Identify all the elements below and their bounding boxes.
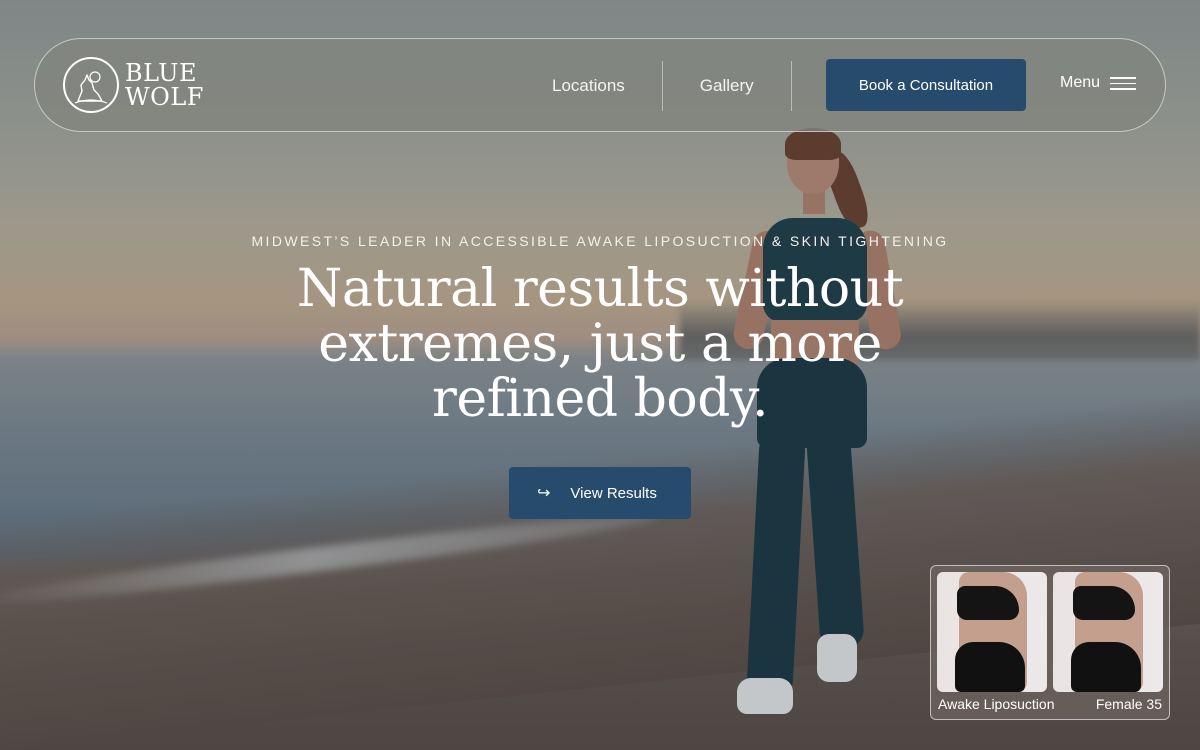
main-nav: Locations Gallery	[515, 61, 792, 111]
after-photo	[1053, 572, 1163, 692]
logo-line-1: BLUE	[125, 59, 198, 87]
menu-label: Menu	[1060, 74, 1101, 92]
logo[interactable]: BLUE WOLF	[63, 57, 204, 113]
logo-line-2: WOLF	[125, 83, 204, 111]
book-consultation-button[interactable]: Book a Consultation	[826, 59, 1026, 111]
hero-heading: Natural results without extremes, just a…	[296, 259, 904, 429]
site-header: BLUE WOLF Locations Gallery Book a Consu…	[34, 38, 1166, 132]
hamburger-icon	[1110, 73, 1137, 94]
before-after-card[interactable]: Awake Liposuction Female 35	[930, 565, 1170, 720]
hero-eyebrow: MIDWEST’S LEADER IN ACCESSIBLE AWAKE LIP…	[251, 233, 949, 249]
nav-link-gallery[interactable]: Gallery	[663, 61, 791, 111]
view-results-label: View Results	[570, 484, 657, 502]
procedure-label: Awake Liposuction	[938, 696, 1055, 712]
before-photo	[937, 572, 1047, 692]
view-results-button[interactable]: ↪ View Results	[509, 467, 691, 519]
logo-wordmark: BLUE WOLF	[125, 61, 204, 109]
patient-label: Female 35	[1095, 696, 1162, 712]
arrow-right-hook-icon: ↪	[537, 485, 551, 502]
menu-button[interactable]: Menu	[1060, 73, 1137, 94]
nav-divider	[790, 61, 792, 111]
nav-link-locations[interactable]: Locations	[515, 61, 662, 111]
wolf-howling-icon	[63, 57, 119, 113]
